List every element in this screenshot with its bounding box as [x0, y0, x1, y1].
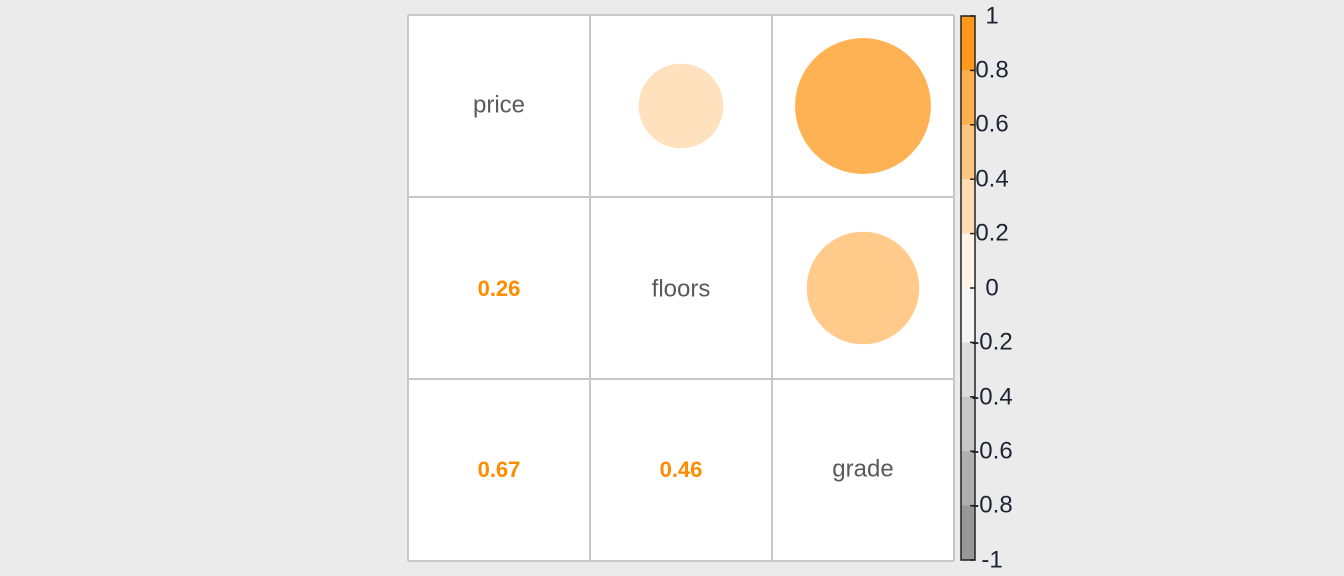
diag-label-price: price: [473, 91, 525, 118]
coef-label-grade-floors: 0.46: [660, 457, 703, 482]
colorbar-tick-label: 1: [985, 2, 998, 29]
colorbar-tick-label: -0.2: [971, 328, 1012, 355]
colorbar-segment: [961, 70, 975, 126]
colorbar-segment: [961, 179, 975, 235]
corr-circle-price-floors: [638, 63, 724, 149]
colorbar-tick-label: -0.4: [971, 383, 1012, 410]
colorbar-tick-label: 0.2: [975, 219, 1008, 246]
colorbar-tick-label: -0.6: [971, 437, 1012, 464]
corr-circle-floors-grade: [806, 231, 920, 345]
colorbar-tick-label: 0.8: [975, 56, 1008, 83]
corr-circle-price-grade: [795, 38, 931, 174]
diag-label-grade: grade: [832, 455, 893, 482]
colorbar-segment: [961, 124, 975, 180]
coef-label-floors-price: 0.26: [478, 276, 521, 301]
colorbar-tick-label: 0: [985, 274, 998, 301]
correlation-plot: price floors grade 0.26 0.67 0.46 1 0.8 …: [407, 2, 1013, 573]
diag-label-floors: floors: [652, 275, 711, 302]
colorbar-ticks: 1 0.8 0.6 0.4 0.2 0 -0.2 -0.4 -0.6 -0.8 …: [970, 2, 1013, 573]
colorbar-tick-label: 0.6: [975, 110, 1008, 137]
colorbar-tick-label: -0.8: [971, 491, 1012, 518]
colorbar-segment: [961, 16, 975, 71]
colorbar-tick-label: -1: [981, 546, 1002, 573]
colorbar-tick-label: 0.4: [975, 165, 1008, 192]
coef-label-grade-price: 0.67: [478, 457, 521, 482]
colorbar-segment: [961, 233, 975, 289]
